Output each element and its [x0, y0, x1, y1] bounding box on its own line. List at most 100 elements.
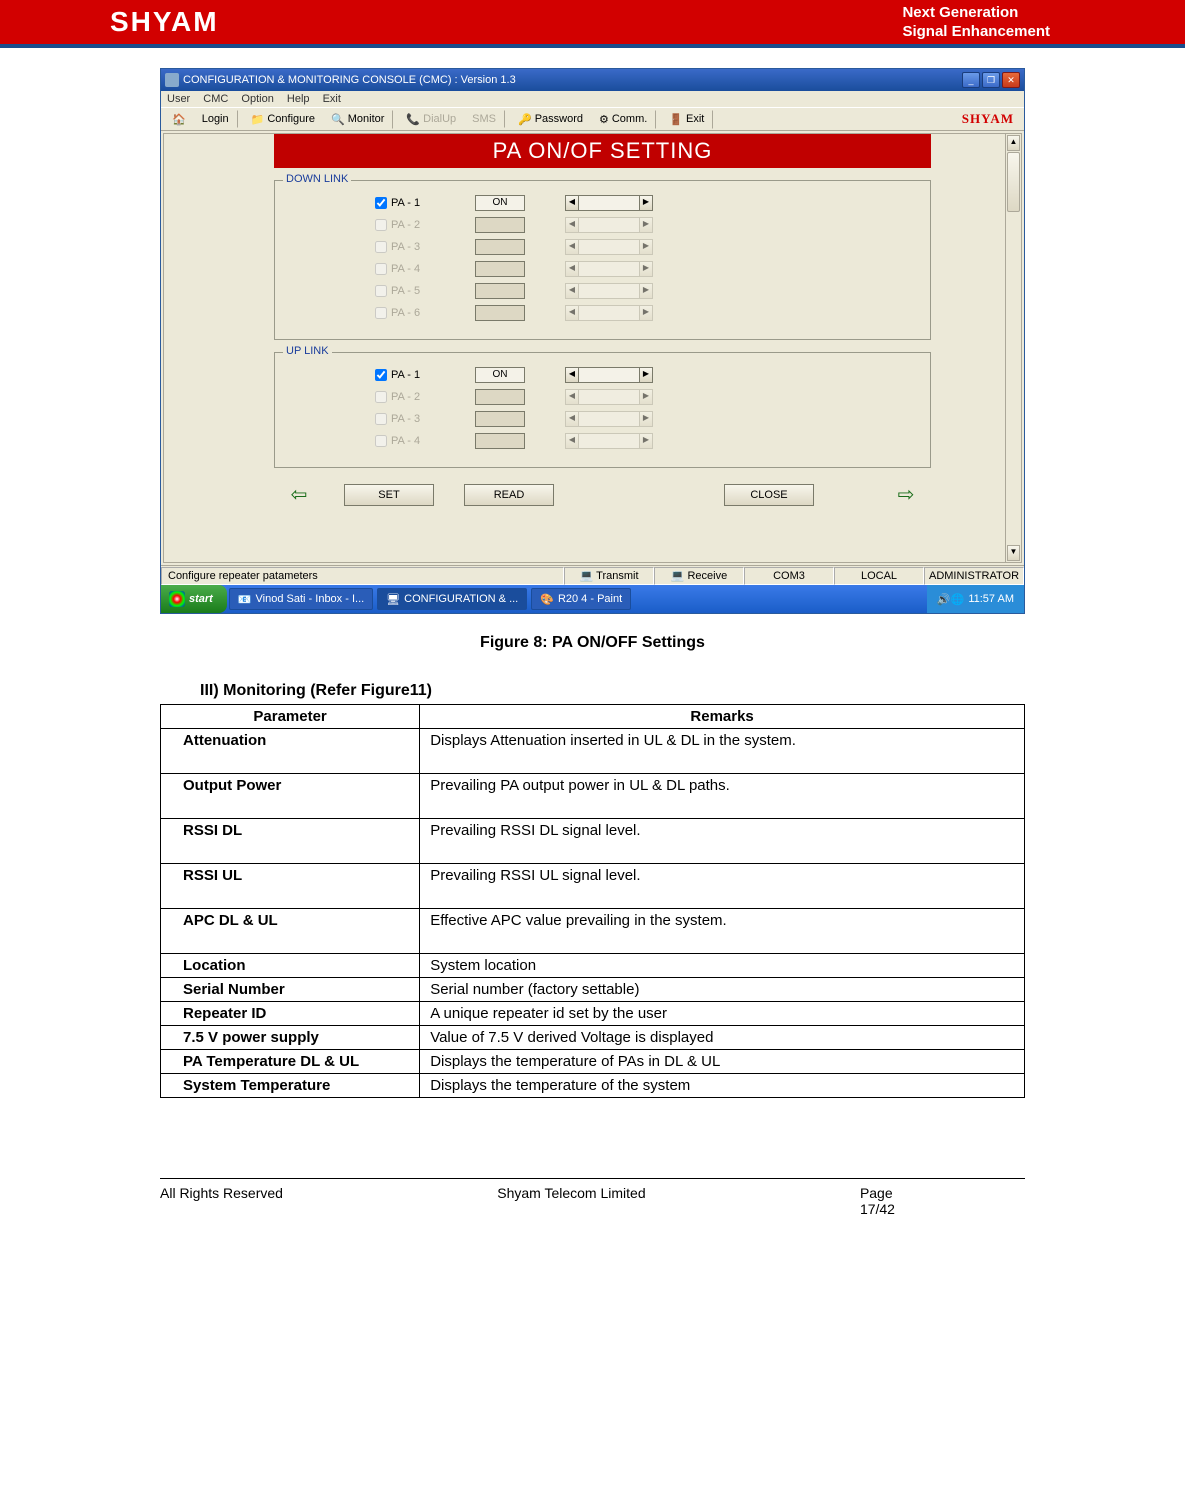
close-button[interactable]: CLOSE — [724, 484, 814, 506]
menubar: User CMC Option Help Exit — [161, 91, 1024, 107]
param-name: APC DL & UL — [161, 909, 420, 954]
maximize-button[interactable]: ❐ — [982, 72, 1000, 88]
slider-left-icon: ◀ — [565, 305, 579, 321]
taskbar-item-paint[interactable]: 🎨R20 4 - Paint — [531, 588, 631, 610]
status-transmit: 💻Transmit — [564, 567, 654, 585]
param-remarks: Prevailing PA output power in UL & DL pa… — [420, 774, 1025, 819]
pa-slider[interactable]: ◀▶ — [565, 195, 653, 211]
section-heading: III) Monitoring (Refer Figure11) — [200, 682, 1025, 700]
downlink-label: DOWN LINK — [283, 173, 351, 185]
pa-status — [475, 389, 525, 405]
pa-checkbox[interactable]: PA - 1 — [375, 369, 435, 381]
minimize-button[interactable]: _ — [962, 72, 980, 88]
slider-track[interactable] — [579, 367, 639, 383]
pa-row: PA - 5◀▶ — [375, 283, 910, 299]
slider-track — [579, 217, 639, 233]
pa-row: PA - 3◀▶ — [375, 411, 910, 427]
param-remarks: Serial number (factory settable) — [420, 978, 1025, 1002]
status-local: LOCAL — [834, 567, 924, 585]
param-remarks: Prevailing RSSI DL signal level. — [420, 819, 1025, 864]
system-tray[interactable]: 🔊🌐11:57 AM — [927, 585, 1024, 613]
param-name: System Temperature — [161, 1074, 420, 1098]
table-row: Repeater IDA unique repeater id set by t… — [161, 1002, 1025, 1026]
slider-left-icon: ◀ — [565, 389, 579, 405]
scroll-down-icon[interactable]: ▼ — [1007, 545, 1020, 561]
pa-checkbox: PA - 5 — [375, 285, 435, 297]
slider-left-icon: ◀ — [565, 217, 579, 233]
toolbar-login[interactable]: Login — [195, 110, 238, 128]
param-remarks: Displays the temperature of PAs in DL & … — [420, 1050, 1025, 1074]
page-banner: SHYAM Next Generation Signal Enhancement — [0, 0, 1185, 44]
pa-status — [475, 261, 525, 277]
param-name: Serial Number — [161, 978, 420, 1002]
pa-slider: ◀▶ — [565, 217, 653, 233]
toolbar-dialup: 📞DialUp — [399, 110, 463, 129]
next-arrow-icon[interactable]: ⇨ — [891, 482, 921, 507]
slider-track — [579, 433, 639, 449]
param-name: Attenuation — [161, 729, 420, 774]
table-header-parameter: Parameter — [161, 705, 420, 729]
close-window-button[interactable]: ✕ — [1002, 72, 1020, 88]
pa-row: PA - 2◀▶ — [375, 389, 910, 405]
slider-left-icon[interactable]: ◀ — [565, 195, 579, 211]
read-button[interactable]: READ — [464, 484, 554, 506]
param-remarks: Displays Attenuation inserted in UL & DL… — [420, 729, 1025, 774]
toolbar-comm[interactable]: ⚙Comm. — [592, 110, 656, 129]
param-name: RSSI UL — [161, 864, 420, 909]
table-row: RSSI ULPrevailing RSSI UL signal level. — [161, 864, 1025, 909]
slider-track — [579, 239, 639, 255]
downlink-group: DOWN LINK PA - 1ON◀▶ PA - 2◀▶ PA - 3◀▶ P… — [274, 180, 931, 340]
param-remarks: Prevailing RSSI UL signal level. — [420, 864, 1025, 909]
parameter-table: Parameter Remarks AttenuationDisplays At… — [160, 704, 1025, 1098]
prev-arrow-icon[interactable]: ⇦ — [284, 482, 314, 507]
slider-right-icon[interactable]: ▶ — [639, 195, 653, 211]
pa-checkbox[interactable]: PA - 1 — [375, 197, 435, 209]
start-button[interactable]: start — [161, 585, 227, 613]
slider-track — [579, 305, 639, 321]
toolbar-exit[interactable]: 🚪Exit — [662, 110, 713, 129]
page-footer: All Rights Reserved Shyam Telecom Limite… — [0, 1185, 1185, 1237]
pa-checkbox: PA - 3 — [375, 241, 435, 253]
param-remarks: System location — [420, 954, 1025, 978]
table-row: Output PowerPrevailing PA output power i… — [161, 774, 1025, 819]
figure-caption: Figure 8: PA ON/OFF Settings — [160, 634, 1025, 652]
slider-right-icon: ▶ — [639, 411, 653, 427]
slider-left-icon[interactable]: ◀ — [565, 367, 579, 383]
uplink-label: UP LINK — [283, 345, 332, 357]
footer-page: Page 17/42 — [860, 1185, 895, 1217]
slider-right-icon: ▶ — [639, 433, 653, 449]
pa-slider: ◀▶ — [565, 389, 653, 405]
toolbar-configure[interactable]: 📁Configure — [244, 110, 322, 129]
menu-option[interactable]: Option — [241, 93, 273, 105]
pa-status — [475, 433, 525, 449]
window-titlebar: CONFIGURATION & MONITORING CONSOLE (CMC)… — [161, 69, 1024, 91]
window-title: CONFIGURATION & MONITORING CONSOLE (CMC)… — [183, 74, 516, 86]
set-button[interactable]: SET — [344, 484, 434, 506]
table-row: LocationSystem location — [161, 954, 1025, 978]
footer-company: Shyam Telecom Limited — [497, 1185, 645, 1217]
slider-track[interactable] — [579, 195, 639, 211]
pa-slider[interactable]: ◀▶ — [565, 367, 653, 383]
table-row: System TemperatureDisplays the temperatu… — [161, 1074, 1025, 1098]
taskbar-item-cmc[interactable]: 🖥CONFIGURATION & ... — [377, 588, 527, 610]
toolbar-password[interactable]: 🔑Password — [511, 110, 590, 129]
pa-row: PA - 3 ◀▶ — [375, 239, 910, 255]
menu-user[interactable]: User — [167, 93, 190, 105]
param-remarks: Value of 7.5 V derived Voltage is displa… — [420, 1026, 1025, 1050]
slider-right-icon: ▶ — [639, 217, 653, 233]
slider-right-icon: ▶ — [639, 389, 653, 405]
table-row: APC DL & ULEffective APC value prevailin… — [161, 909, 1025, 954]
toolbar-monitor[interactable]: 🔍Monitor — [324, 110, 393, 129]
toolbar-home-icon[interactable]: 🏠 — [165, 110, 193, 129]
pa-status — [475, 411, 525, 427]
menu-help[interactable]: Help — [287, 93, 310, 105]
pa-checkbox: PA - 4 — [375, 435, 435, 447]
pa-slider: ◀▶ — [565, 433, 653, 449]
pa-slider: ◀▶ — [565, 239, 653, 255]
menu-cmc[interactable]: CMC — [203, 93, 228, 105]
taskbar-item-inbox[interactable]: 📧Vinod Sati - Inbox - I... — [229, 588, 373, 610]
windows-icon — [169, 591, 185, 607]
slider-right-icon[interactable]: ▶ — [639, 367, 653, 383]
menu-exit[interactable]: Exit — [323, 93, 341, 105]
pa-slider: ◀▶ — [565, 411, 653, 427]
